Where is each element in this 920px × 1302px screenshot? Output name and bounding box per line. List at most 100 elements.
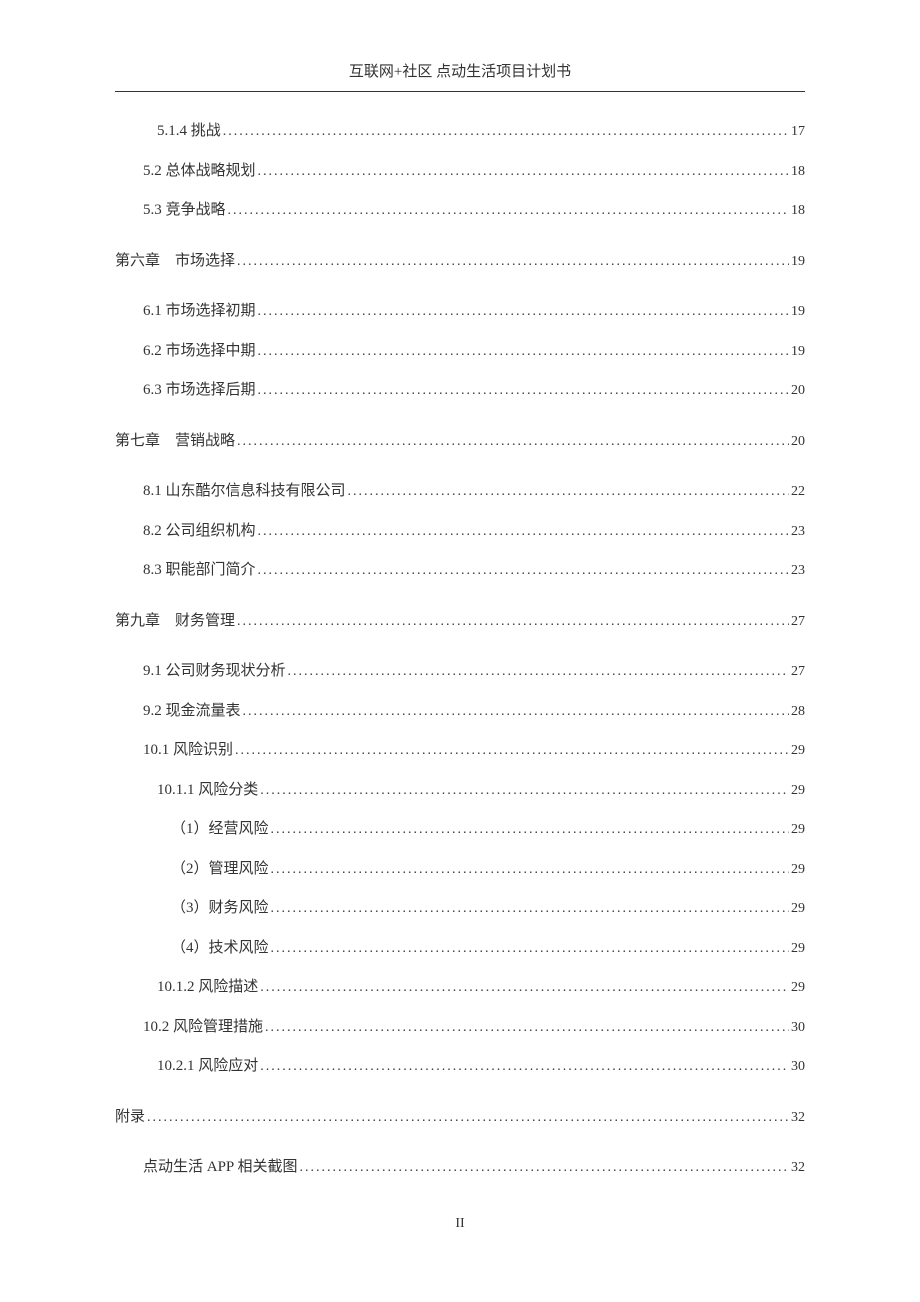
toc-page-number: 23: [791, 521, 805, 542]
toc-leader-dots: [237, 610, 789, 633]
toc-leader-dots: [258, 340, 789, 363]
toc-page-number: 22: [791, 481, 805, 502]
toc-entry: 8.3 职能部门简介 23: [115, 559, 805, 582]
toc-entry: 9.2 现金流量表 28: [115, 700, 805, 723]
toc-label: （1）经营风险: [171, 818, 269, 841]
toc-entry: （1）经营风险 29: [115, 818, 805, 841]
toc-label: （3）财务风险: [171, 897, 269, 920]
toc-leader-dots: [299, 1156, 789, 1179]
toc-entry: 9.1 公司财务现状分析 27: [115, 660, 805, 683]
toc-leader-dots: [235, 739, 789, 762]
toc-label: 8.2 公司组织机构: [143, 520, 256, 543]
toc-label: 第六章 市场选择: [115, 250, 235, 273]
toc-label: 5.3 竞争战略: [143, 199, 226, 222]
toc-label: 6.2 市场选择中期: [143, 340, 256, 363]
toc-leader-dots: [147, 1106, 789, 1129]
toc-page-number: 23: [791, 560, 805, 581]
toc-label: 8.3 职能部门简介: [143, 559, 256, 582]
toc-leader-dots: [271, 858, 789, 881]
toc-leader-dots: [258, 520, 789, 543]
toc-label: 第七章 营销战略: [115, 430, 235, 453]
toc-page-number: 30: [791, 1056, 805, 1077]
toc-leader-dots: [258, 379, 789, 402]
toc-leader-dots: [237, 250, 789, 273]
toc-leader-dots: [260, 1055, 789, 1078]
toc-entry: （2）管理风险 29: [115, 858, 805, 881]
toc-page-number: 28: [791, 701, 805, 722]
toc-page-number: 29: [791, 740, 805, 761]
toc-page-number: 32: [791, 1157, 805, 1178]
toc-page-number: 29: [791, 898, 805, 919]
toc-leader-dots: [258, 160, 789, 183]
toc-entry: 6.1 市场选择初期 19: [115, 300, 805, 323]
toc-entry: 10.1.1 风险分类 29: [115, 779, 805, 802]
toc-label: 附录: [115, 1106, 145, 1129]
toc-entry: 第六章 市场选择 19: [115, 250, 805, 273]
toc-page-number: 27: [791, 611, 805, 632]
toc-entry: （3）财务风险 29: [115, 897, 805, 920]
toc-page-number: 29: [791, 977, 805, 998]
toc-label: 点动生活 APP 相关截图: [143, 1156, 297, 1179]
toc-leader-dots: [265, 1016, 789, 1039]
toc-page-number: 18: [791, 200, 805, 221]
toc-leader-dots: [288, 660, 789, 683]
toc-label: （2）管理风险: [171, 858, 269, 881]
toc-page-number: 29: [791, 938, 805, 959]
toc-leader-dots: [271, 897, 789, 920]
toc-entry: 5.1.4 挑战 17: [115, 120, 805, 143]
toc-label: 6.3 市场选择后期: [143, 379, 256, 402]
toc-entry: 第七章 营销战略 20: [115, 430, 805, 453]
toc-leader-dots: [237, 430, 789, 453]
toc-leader-dots: [348, 480, 789, 503]
toc-label: 9.2 现金流量表: [143, 700, 241, 723]
toc-page-number: 30: [791, 1017, 805, 1038]
toc-label: 5.2 总体战略规划: [143, 160, 256, 183]
toc-leader-dots: [223, 120, 789, 143]
page-number: II: [0, 1216, 920, 1232]
toc-page-number: 29: [791, 859, 805, 880]
toc-label: 第九章 财务管理: [115, 610, 235, 633]
toc-entry: 10.2.1 风险应对 30: [115, 1055, 805, 1078]
toc-leader-dots: [260, 976, 789, 999]
toc-page-number: 29: [791, 819, 805, 840]
toc-page-number: 19: [791, 301, 805, 322]
toc-label: 10.1 风险识别: [143, 739, 233, 762]
toc-entry: 6.3 市场选择后期20: [115, 379, 805, 402]
toc-leader-dots: [271, 937, 789, 960]
toc-label: 6.1 市场选择初期: [143, 300, 256, 323]
toc-entry: （4）技术风险29: [115, 937, 805, 960]
table-of-contents: 5.1.4 挑战 17 5.2 总体战略规划 18 5.3 竞争战略 18 第六章 市场选择…: [115, 120, 805, 1179]
toc-entry: 第九章 财务管理 27: [115, 610, 805, 633]
toc-entry: 8.1 山东酷尔信息科技有限公司 22: [115, 480, 805, 503]
toc-entry: 点动生活 APP 相关截图 32: [115, 1156, 805, 1179]
toc-page-number: 18: [791, 161, 805, 182]
toc-label: 10.2 风险管理措施: [143, 1016, 263, 1039]
toc-label: 10.1.1 风险分类: [157, 779, 258, 802]
toc-label: 5.1.4 挑战: [157, 120, 221, 143]
toc-entry: 10.2 风险管理措施 30: [115, 1016, 805, 1039]
toc-entry: 10.1 风险识别 29: [115, 739, 805, 762]
toc-leader-dots: [260, 779, 789, 802]
toc-page-number: 17: [791, 121, 805, 142]
toc-leader-dots: [271, 818, 789, 841]
toc-entry: 10.1.2 风险描述 29: [115, 976, 805, 999]
document-header: 互联网+社区 点动生活项目计划书: [115, 60, 805, 92]
toc-entry: 附录 32: [115, 1106, 805, 1129]
toc-label: 10.1.2 风险描述: [157, 976, 258, 999]
toc-leader-dots: [228, 199, 789, 222]
toc-label: 10.2.1 风险应对: [157, 1055, 258, 1078]
toc-page-number: 19: [791, 251, 805, 272]
toc-entry: 8.2 公司组织机构 23: [115, 520, 805, 543]
toc-leader-dots: [258, 300, 789, 323]
toc-entry: 6.2 市场选择中期 19: [115, 340, 805, 363]
toc-page-number: 19: [791, 341, 805, 362]
toc-page-number: 32: [791, 1107, 805, 1128]
toc-entry: 5.3 竞争战略 18: [115, 199, 805, 222]
toc-label: 9.1 公司财务现状分析: [143, 660, 286, 683]
toc-leader-dots: [258, 559, 789, 582]
toc-label: 8.1 山东酷尔信息科技有限公司: [143, 480, 346, 503]
toc-page-number: 29: [791, 780, 805, 801]
toc-page-number: 20: [791, 431, 805, 452]
toc-page-number: 27: [791, 661, 805, 682]
toc-leader-dots: [243, 700, 789, 723]
